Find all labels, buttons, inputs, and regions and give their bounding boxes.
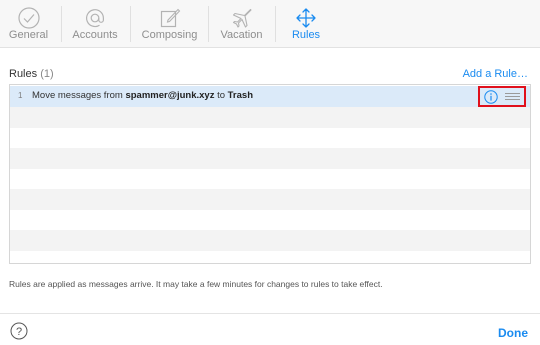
preferences-toolbar: General Accounts Composing Vacation Rule… [0,0,540,48]
compose-icon [160,8,180,28]
bottom-bar: ? Done [0,313,540,345]
tab-accounts[interactable]: Accounts [66,0,124,47]
tab-vacation[interactable]: Vacation [213,0,270,47]
info-icon[interactable] [484,90,498,104]
help-symbol: ? [16,326,22,338]
rule-number: 1 [18,91,23,100]
tab-accounts-label: Accounts [72,29,118,41]
toolbar-divider [61,6,62,42]
tab-rules-label: Rules [291,29,321,41]
tab-vacation-label: Vacation [220,29,263,41]
rule-middle: to [214,90,228,101]
rules-count: (1) [40,68,54,80]
rules-footnote: Rules are applied as messages arrive. It… [9,279,383,289]
help-icon[interactable]: ? [10,322,28,340]
move-arrows-icon [296,8,316,28]
rule-sender: spammer@junk.xyz [125,90,215,101]
rule-row[interactable]: 1 Move messages from spammer@junk.xyz to… [10,86,530,107]
empty-row [10,230,530,251]
rule-description: Move messages from spammer@junk.xyz to T… [32,90,253,101]
toolbar-divider [208,6,209,42]
tab-composing-label: Composing [141,29,198,41]
empty-row [10,107,530,128]
rule-prefix: Move messages from [32,90,126,101]
empty-row [10,189,530,210]
reorder-handle-icon[interactable] [505,93,520,102]
toolbar-divider [130,6,131,42]
tab-general[interactable]: General [0,0,57,47]
checkmark-circle-icon [17,7,40,29]
at-sign-icon [86,9,104,28]
rules-list: 1 Move messages from spammer@junk.xyz to… [9,84,531,264]
airplane-icon [232,8,252,28]
tab-general-label: General [8,29,49,41]
rule-destination: Trash [227,90,254,101]
tab-composing[interactable]: Composing [136,0,203,47]
add-rule-link[interactable]: Add a Rule… [463,68,528,80]
rules-title: Rules [9,68,38,80]
tab-rules[interactable]: Rules [280,0,332,47]
done-button[interactable]: Done [498,326,528,340]
rule-actions-highlight [478,86,526,107]
empty-row [10,148,530,169]
rules-heading: Rules (1) [9,68,54,80]
toolbar-divider [275,6,276,42]
